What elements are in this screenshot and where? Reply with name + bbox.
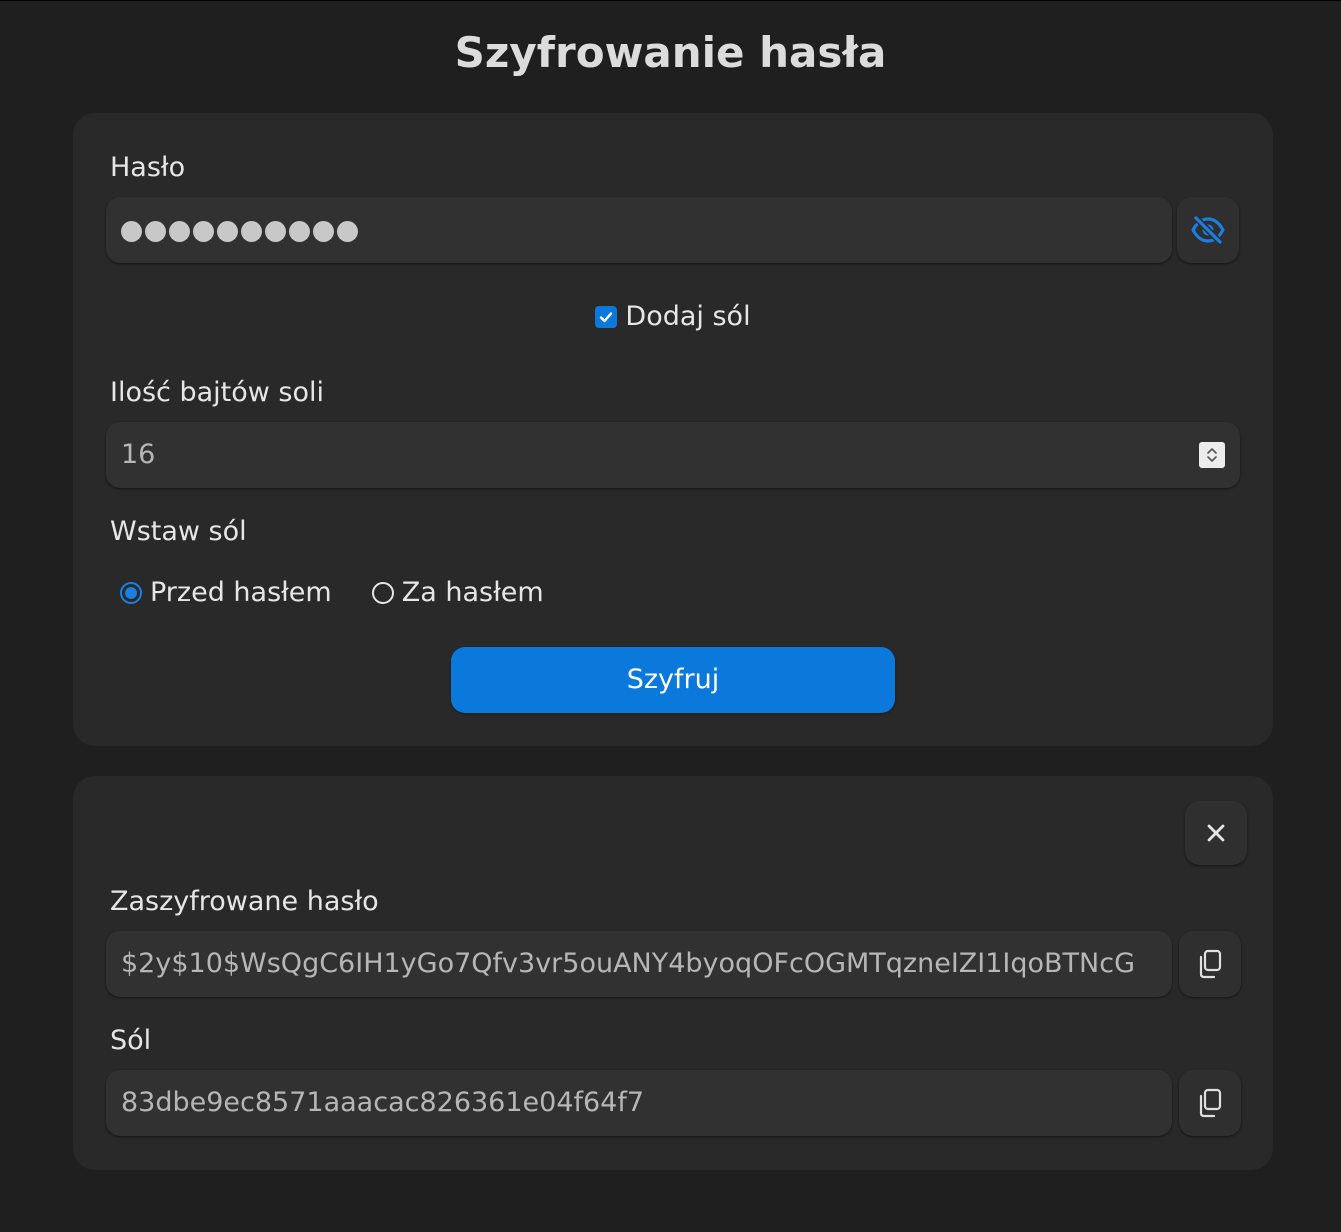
salt-bytes-stepper[interactable]	[1199, 442, 1225, 468]
app-window: Szyfrowanie hasła Hasło Dodaj sól Ilość …	[0, 0, 1341, 1232]
password-input[interactable]	[106, 197, 1172, 263]
add-salt-label[interactable]: Dodaj sól	[625, 299, 750, 335]
salt-bytes-value: 16	[121, 439, 156, 470]
salt-bytes-label: Ilość bajtów soli	[110, 377, 325, 408]
result-card: Zaszyfrowane hasło $2y$10$WsQgC6IH1yGo7Q…	[73, 776, 1273, 1170]
close-icon	[1207, 824, 1225, 842]
salt-label: Sól	[110, 1025, 152, 1056]
radio-before-password-circle[interactable]	[120, 582, 142, 604]
radio-after-password-label[interactable]: Za hasłem	[402, 575, 544, 611]
password-mask-dot	[337, 221, 358, 242]
hash-label: Zaszyfrowane hasło	[110, 886, 379, 917]
insert-salt-radio-group: Przed hasłem Za hasłem	[120, 575, 584, 611]
password-label: Hasło	[110, 152, 186, 183]
encrypt-button[interactable]: Szyfruj	[451, 647, 895, 713]
radio-after-password-circle[interactable]	[371, 582, 394, 604]
close-result-button[interactable]	[1185, 801, 1247, 865]
password-masked-value	[121, 221, 358, 242]
radio-before-password[interactable]: Przed hasłem	[120, 575, 332, 611]
password-mask-dot	[169, 221, 190, 242]
hash-output-field[interactable]: $2y$10$WsQgC6IH1yGo7Qfv3vr5ouANY4byoqOFc…	[106, 931, 1172, 997]
copy-hash-button[interactable]	[1179, 931, 1241, 997]
password-mask-dot	[145, 221, 166, 242]
insert-salt-label: Wstaw sól	[110, 516, 247, 547]
password-mask-dot	[241, 221, 262, 242]
radio-after-password[interactable]: Za hasłem	[371, 575, 544, 611]
encrypt-form-card: Hasło Dodaj sól Ilość bajtów soli 16 Wst…	[73, 113, 1273, 746]
toggle-password-visibility-button[interactable]	[1177, 197, 1239, 263]
page-title: Szyfrowanie hasła	[454, 28, 887, 77]
salt-output-field[interactable]: 83dbe9ec8571aaacac826361e04f64f7	[106, 1070, 1172, 1136]
radio-before-password-label[interactable]: Przed hasłem	[150, 575, 332, 611]
password-mask-dot	[217, 221, 238, 242]
salt-value: 83dbe9ec8571aaacac826361e04f64f7	[121, 1087, 645, 1118]
password-mask-dot	[313, 221, 334, 242]
add-salt-checkbox[interactable]	[595, 306, 618, 328]
copy-icon	[1199, 949, 1222, 979]
copy-salt-button[interactable]	[1179, 1070, 1241, 1136]
chevron-up-down-icon	[1207, 448, 1217, 462]
password-mask-dot	[193, 221, 214, 242]
hash-value: $2y$10$WsQgC6IH1yGo7Qfv3vr5ouANY4byoqOFc…	[121, 948, 1136, 979]
password-mask-dot	[121, 221, 142, 242]
add-salt-row: Dodaj sól	[73, 299, 1273, 335]
salt-bytes-input[interactable]: 16	[106, 422, 1240, 488]
eye-slash-icon	[1191, 215, 1225, 245]
copy-icon	[1199, 1088, 1222, 1118]
password-mask-dot	[265, 221, 286, 242]
check-icon	[600, 312, 613, 323]
password-mask-dot	[289, 221, 310, 242]
